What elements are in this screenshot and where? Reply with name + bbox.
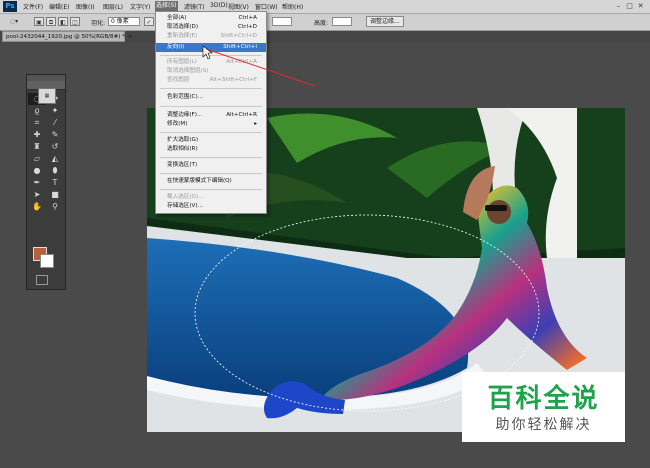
menu-item-load-selection[interactable]: 载入选区(O)...	[156, 193, 266, 202]
brush-tool-icon[interactable]: ✎	[46, 129, 64, 141]
eyedropper-tool-icon[interactable]: ⁄	[46, 117, 64, 129]
menu-select[interactable]: 选择(S)	[155, 1, 178, 11]
submenu-arrow-icon: ▸	[254, 121, 257, 127]
healing-brush-tool-icon[interactable]: ✚	[28, 129, 46, 141]
window-controls: – □ ✕	[613, 1, 646, 11]
quick-mask-icon[interactable]	[36, 275, 48, 285]
clone-stamp-tool-icon[interactable]: ♜	[28, 141, 46, 153]
menu-item-refine-edge[interactable]: 调整边缘(F)... Alt+Ctrl+R	[156, 111, 266, 120]
feather-input[interactable]: 0 像素	[108, 17, 140, 26]
width-input[interactable]	[272, 17, 292, 26]
blur-tool-icon[interactable]: ●	[28, 165, 46, 177]
mouse-cursor-icon	[202, 45, 213, 60]
antialias-checkbox[interactable]: ✓	[144, 17, 154, 26]
subtract-selection-icon[interactable]: ◧	[58, 17, 68, 26]
height-input[interactable]	[332, 17, 352, 26]
menu-item-all[interactable]: 全部(A) Ctrl+A	[156, 14, 266, 23]
menu-help[interactable]: 帮助(H)	[282, 2, 303, 11]
tab-close-icon[interactable]: ×	[128, 34, 133, 40]
menu-bar: Ps 文件(F) 编辑(E) 图像(I) 图层(L) 文字(Y) 选择(S) 滤…	[0, 0, 650, 14]
menu-item-save-selection[interactable]: 存储选区(V)...	[156, 202, 266, 211]
menu-image[interactable]: 图像(I)	[76, 2, 94, 11]
minimize-icon[interactable]: –	[613, 1, 624, 11]
refine-edge-button[interactable]: 调整边缘...	[366, 16, 404, 27]
watermark-subtitle: 助你轻松解决	[495, 417, 592, 433]
restore-icon[interactable]: □	[624, 1, 635, 11]
magic-wand-tool-icon[interactable]: ✦	[46, 105, 64, 117]
history-brush-tool-icon[interactable]: ↺	[46, 141, 64, 153]
menu-item-color-range[interactable]: 色彩范围(C)...	[156, 93, 266, 102]
menu-type[interactable]: 文字(Y)	[130, 2, 150, 11]
menu-edit[interactable]: 编辑(E)	[49, 2, 69, 11]
feather-label: 羽化:	[91, 20, 106, 27]
watermark-title: 百科全说	[487, 384, 600, 414]
menu-item-similar[interactable]: 选取相似(R)	[156, 145, 266, 154]
height-label: 高度:	[314, 20, 329, 27]
rectangle-tool-icon[interactable]: ■	[46, 189, 64, 201]
add-selection-icon[interactable]: ⧉	[46, 17, 56, 26]
menu-item-deselect[interactable]: 取消选择(D) Ctrl+D	[156, 23, 266, 32]
paint-bucket-tool-icon[interactable]: ◭	[46, 153, 64, 165]
path-selection-tool-icon[interactable]: ➤	[28, 189, 46, 201]
dodge-tool-icon[interactable]: ⬮	[46, 165, 64, 177]
annotation-arrow	[202, 45, 316, 87]
background-color-swatch[interactable]	[40, 254, 54, 268]
options-bar: ◌▾ ▣ ⧉ ◧ ◫ 羽化: 0 像素 ✓ 高度: 调整边缘...	[0, 14, 650, 31]
menu-filter[interactable]: 滤镜(T)	[184, 2, 204, 11]
menu-separator	[160, 173, 262, 174]
pen-tool-icon[interactable]: ✒	[28, 177, 46, 189]
intersect-selection-icon[interactable]: ◫	[70, 17, 80, 26]
menu-item-grow[interactable]: 扩大选取(G)	[156, 136, 266, 145]
menu-view[interactable]: 视图(V)	[228, 2, 249, 11]
menu-separator	[160, 157, 262, 158]
menu-item-quick-mask[interactable]: 在快速蒙版模式下编辑(Q)	[156, 177, 266, 186]
lasso-tool-icon[interactable]: ϱ	[28, 105, 46, 117]
menu-item-modify[interactable]: 修改(M) ▸	[156, 120, 266, 129]
mini-panel-icon[interactable]: ▦	[38, 88, 56, 104]
eraser-tool-icon[interactable]: ▱	[28, 153, 46, 165]
tools-panel: ◌ ✥ ϱ ✦ ⌗ ⁄ ✚ ✎ ♜ ↺ ▱ ◭ ● ⬮ ✒ T ➤ ■ ✋ ⚲	[26, 74, 66, 290]
menu-item-transform-selection[interactable]: 变换选区(T)	[156, 161, 266, 170]
photoshop-logo: Ps	[3, 1, 17, 12]
type-tool-icon[interactable]: T	[46, 177, 64, 189]
watermark-badge: 百科全说 助你轻松解决	[462, 372, 625, 442]
menu-window[interactable]: 窗口(W)	[255, 2, 278, 11]
hand-tool-icon[interactable]: ✋	[28, 201, 46, 213]
menu-separator	[160, 106, 262, 107]
menu-separator	[160, 189, 262, 190]
close-icon[interactable]: ✕	[635, 1, 646, 11]
menu-3d[interactable]: 3D(D)	[210, 2, 228, 9]
menu-file[interactable]: 文件(F)	[23, 2, 43, 11]
marquee-preset-icon[interactable]: ◌▾	[6, 17, 22, 26]
menu-layer[interactable]: 图层(L)	[103, 2, 123, 11]
new-selection-icon[interactable]: ▣	[34, 17, 44, 26]
zoom-tool-icon[interactable]: ⚲	[46, 201, 64, 213]
document-tab[interactable]: pool-2432044_1920.jpg @ 50%(RGB/8#) * ×	[2, 31, 133, 42]
document-title: pool-2432044_1920.jpg @ 50%(RGB/8#) *	[6, 34, 126, 40]
menu-separator	[160, 132, 262, 133]
crop-tool-icon[interactable]: ⌗	[28, 117, 46, 129]
